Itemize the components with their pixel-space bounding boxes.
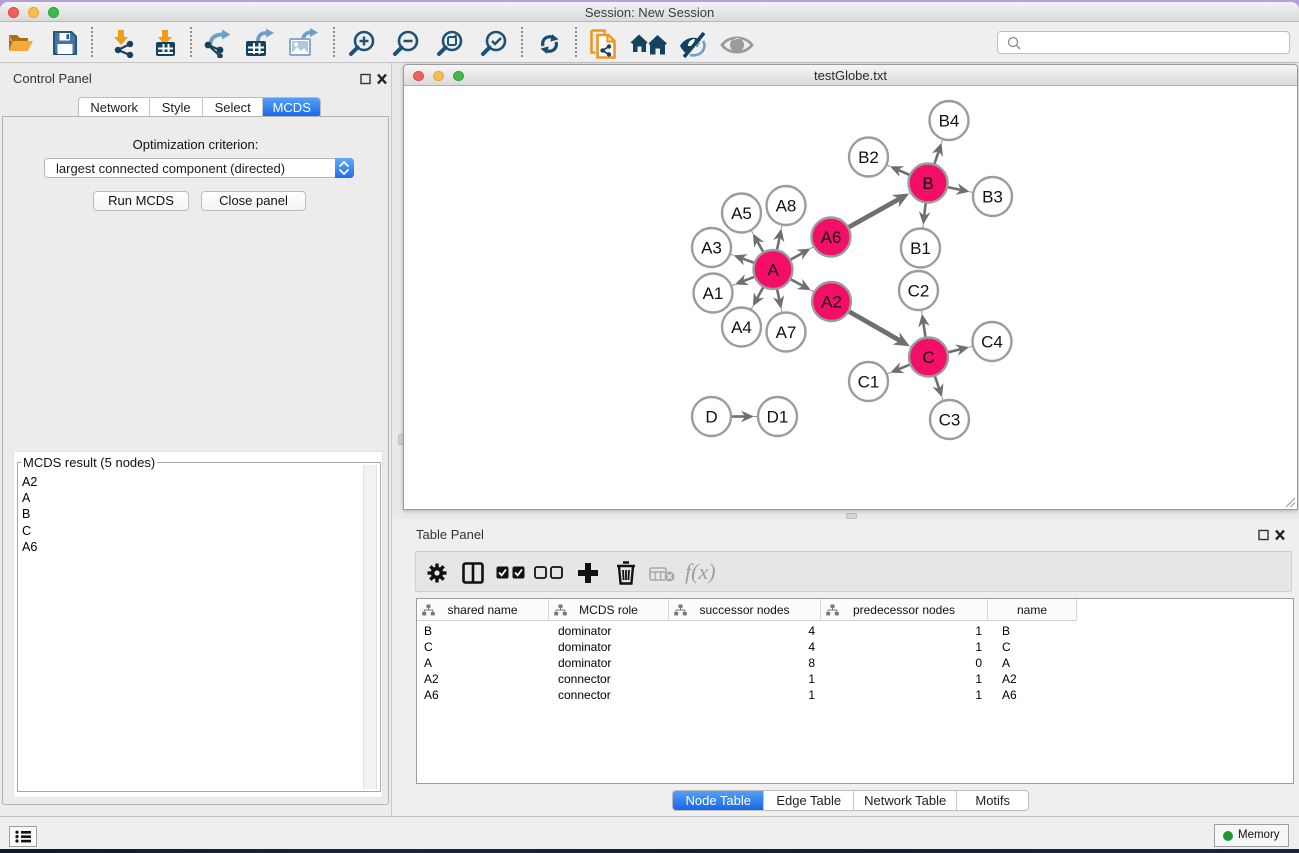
svg-text:A5: A5 (731, 204, 752, 223)
svg-text:A8: A8 (775, 197, 796, 216)
svg-text:C2: C2 (907, 282, 929, 301)
svg-text:D1: D1 (766, 408, 788, 427)
svg-text:A4: A4 (731, 318, 752, 337)
svg-text:D: D (705, 408, 717, 427)
svg-text:B: B (922, 174, 933, 193)
svg-text:A7: A7 (775, 323, 796, 342)
svg-text:A: A (767, 261, 779, 280)
svg-text:C4: C4 (981, 333, 1003, 352)
svg-text:A1: A1 (702, 284, 723, 303)
svg-text:A2: A2 (821, 293, 842, 312)
svg-text:B1: B1 (910, 239, 931, 258)
svg-text:A6: A6 (820, 228, 841, 247)
svg-text:B2: B2 (858, 148, 879, 167)
svg-text:A3: A3 (701, 239, 722, 258)
svg-text:B3: B3 (982, 188, 1003, 207)
svg-text:B4: B4 (938, 112, 959, 131)
svg-text:C: C (922, 348, 934, 367)
svg-text:C1: C1 (857, 373, 879, 392)
svg-text:C3: C3 (938, 411, 960, 430)
